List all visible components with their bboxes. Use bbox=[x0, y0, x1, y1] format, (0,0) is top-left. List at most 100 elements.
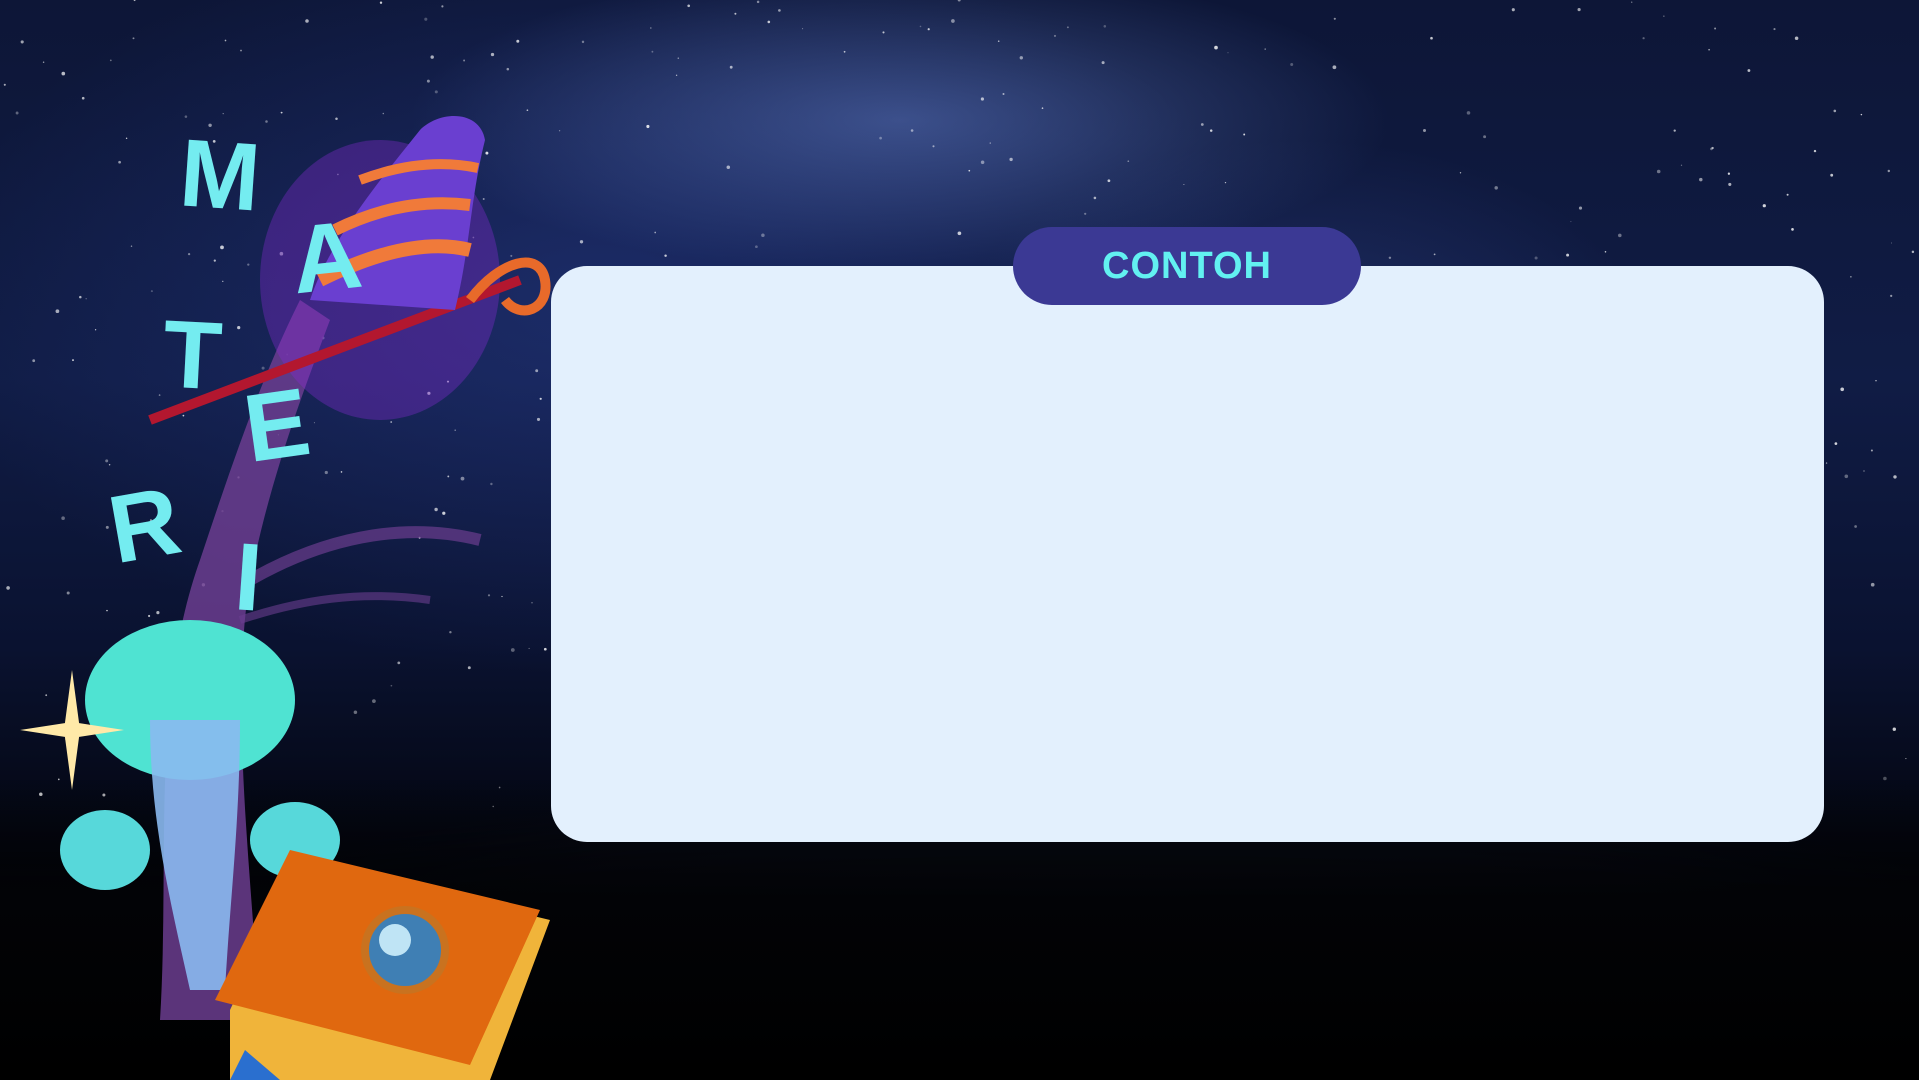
star bbox=[1209, 129, 1213, 132]
star bbox=[989, 142, 991, 144]
star bbox=[1673, 129, 1676, 132]
star bbox=[1577, 8, 1581, 12]
star bbox=[802, 28, 804, 30]
star bbox=[1791, 228, 1794, 231]
star bbox=[957, 231, 962, 236]
star bbox=[1604, 251, 1607, 253]
star bbox=[882, 31, 885, 34]
star bbox=[1890, 242, 1893, 244]
star bbox=[664, 254, 667, 257]
star bbox=[968, 169, 971, 172]
star bbox=[1127, 160, 1130, 163]
title-letter-a: A bbox=[286, 200, 367, 315]
star bbox=[1333, 17, 1336, 20]
star bbox=[1890, 294, 1893, 298]
star bbox=[1711, 146, 1714, 150]
star bbox=[1860, 113, 1863, 116]
star bbox=[1264, 48, 1266, 50]
title-letter-e: E bbox=[237, 368, 317, 483]
star bbox=[1388, 256, 1392, 260]
star bbox=[1483, 135, 1487, 139]
content-panel bbox=[551, 266, 1824, 842]
star bbox=[1870, 582, 1875, 587]
star bbox=[1714, 27, 1717, 30]
star bbox=[1875, 380, 1877, 382]
orange-book-icon bbox=[215, 850, 550, 1080]
star bbox=[1466, 111, 1471, 115]
title-letter-t: T bbox=[160, 300, 225, 411]
star bbox=[654, 231, 657, 234]
star bbox=[1459, 172, 1462, 174]
star bbox=[1794, 36, 1799, 40]
star bbox=[1728, 182, 1732, 186]
star bbox=[1825, 462, 1828, 464]
star bbox=[687, 4, 691, 8]
star bbox=[778, 9, 781, 12]
star bbox=[1631, 1, 1633, 3]
star bbox=[1066, 26, 1069, 29]
star bbox=[1430, 36, 1433, 40]
star bbox=[1423, 129, 1426, 132]
star bbox=[1656, 169, 1661, 174]
star bbox=[767, 20, 771, 24]
star bbox=[1892, 727, 1896, 731]
star bbox=[729, 65, 733, 69]
star bbox=[1107, 179, 1111, 183]
star bbox=[1863, 470, 1865, 472]
star bbox=[843, 50, 846, 53]
star bbox=[761, 233, 765, 237]
star bbox=[932, 145, 935, 148]
star bbox=[1850, 276, 1852, 278]
star bbox=[677, 57, 680, 59]
star bbox=[726, 165, 731, 170]
star bbox=[1494, 186, 1498, 190]
star bbox=[1570, 221, 1572, 223]
star bbox=[1854, 525, 1857, 528]
star bbox=[755, 245, 758, 249]
star bbox=[1224, 181, 1227, 184]
star bbox=[1762, 204, 1766, 208]
star bbox=[646, 124, 650, 129]
star bbox=[1243, 133, 1246, 136]
star bbox=[1053, 34, 1057, 37]
star bbox=[1893, 475, 1897, 479]
star bbox=[1103, 25, 1107, 28]
star bbox=[1290, 63, 1294, 66]
star bbox=[1840, 387, 1845, 392]
star bbox=[1680, 164, 1683, 166]
star bbox=[1214, 45, 1218, 50]
star bbox=[1813, 149, 1817, 153]
star bbox=[980, 97, 984, 101]
star bbox=[980, 160, 985, 165]
star bbox=[879, 136, 882, 140]
star bbox=[651, 50, 654, 53]
star bbox=[1002, 92, 1005, 96]
star bbox=[1511, 8, 1515, 12]
star bbox=[1911, 250, 1915, 254]
star bbox=[734, 12, 737, 15]
star bbox=[1844, 474, 1849, 479]
fantasy-illustration bbox=[20, 116, 551, 1080]
star bbox=[1534, 256, 1538, 260]
star bbox=[1433, 253, 1436, 256]
star bbox=[910, 129, 914, 132]
star bbox=[1887, 169, 1891, 173]
star bbox=[1699, 177, 1703, 182]
title-letter-m: M bbox=[176, 119, 264, 232]
star bbox=[927, 28, 930, 31]
star bbox=[675, 74, 678, 76]
star bbox=[919, 25, 922, 28]
star bbox=[1101, 61, 1105, 65]
star bbox=[957, 0, 961, 2]
star bbox=[951, 19, 955, 23]
star bbox=[1834, 442, 1838, 445]
star bbox=[997, 40, 1000, 42]
star bbox=[1708, 48, 1710, 51]
star bbox=[649, 27, 652, 29]
star bbox=[756, 0, 760, 4]
star bbox=[1183, 183, 1185, 186]
star bbox=[1905, 758, 1907, 760]
star bbox=[1773, 28, 1776, 31]
star bbox=[1642, 37, 1645, 40]
star bbox=[1727, 172, 1731, 175]
